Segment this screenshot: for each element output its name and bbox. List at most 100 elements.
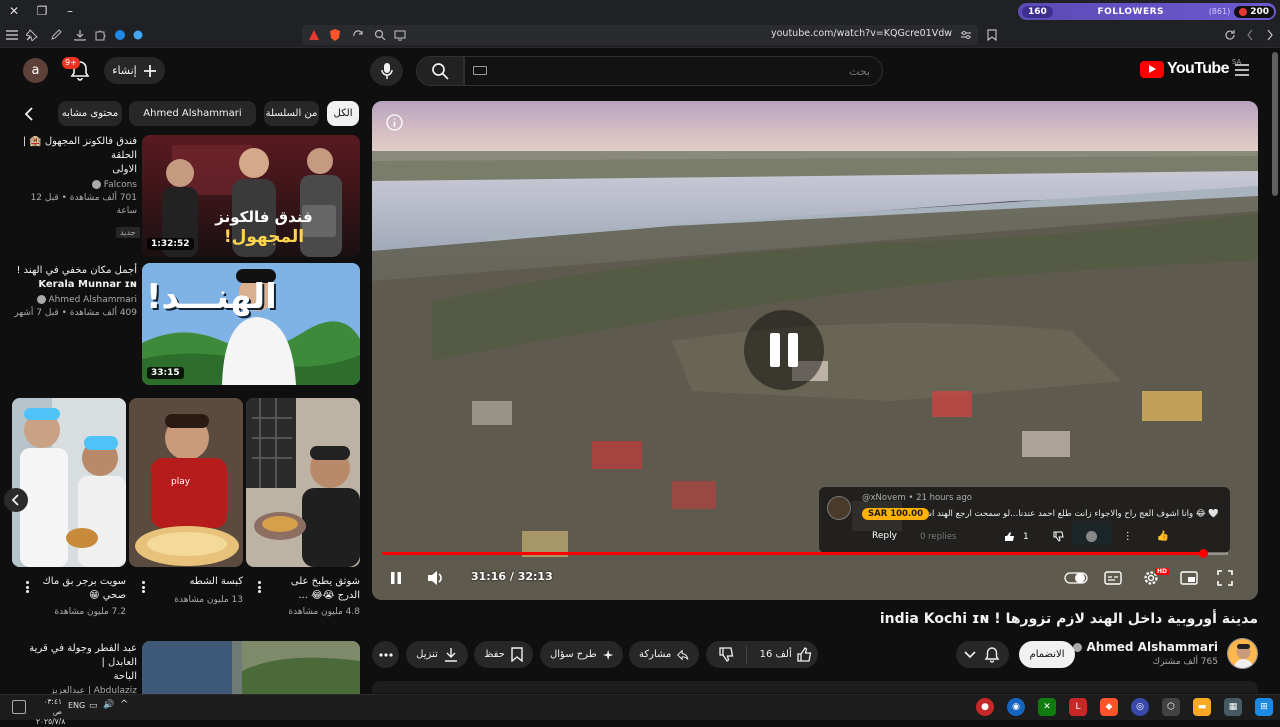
chip-from-series[interactable]: من السلسلة — [264, 101, 319, 126]
voice-search-button[interactable] — [370, 56, 403, 86]
comment-avatar[interactable] — [827, 496, 851, 520]
taskbar-app-icon[interactable]: ⬡ — [1162, 698, 1180, 716]
scrollbar-thumb[interactable] — [1272, 52, 1278, 196]
short-info[interactable]: شوتق يطبخ على الدرج 😭😂 ... 4.8 مليون مشا… — [266, 575, 360, 619]
comment-reply-button[interactable]: Reply — [862, 529, 907, 543]
chip-all[interactable]: الكل — [327, 101, 359, 126]
address-bar[interactable]: youtube.com/watch?v=KQGcre01Vdw — [302, 25, 978, 45]
keyboard-icon[interactable] — [473, 66, 487, 75]
restore-window-icon[interactable]: ❐ — [34, 3, 50, 19]
chip-channel[interactable]: Ahmed Alshammari — [129, 101, 256, 126]
account-avatar[interactable]: a — [23, 58, 48, 83]
super-thanks-badge: SAR 100.00 — [862, 508, 930, 520]
search-input[interactable] — [464, 56, 883, 86]
channel-name[interactable]: Ahmed Alshammari — [1073, 640, 1218, 654]
taskbar-file-explorer-icon[interactable]: ▬ — [1193, 698, 1211, 716]
volume-tray-icon[interactable]: 🔊 — [103, 700, 114, 710]
taskbar-xbox-icon[interactable]: ✕ — [1038, 698, 1056, 716]
taskbar-app-icon[interactable]: ▦ — [1224, 698, 1242, 716]
video-info[interactable]: عبد الفطر وجولة في قرية العابدل | الباحة… — [10, 642, 137, 698]
bookmark-icon[interactable] — [984, 27, 1000, 43]
extension-icon[interactable] — [92, 27, 108, 43]
thumbs-down-icon[interactable] — [1053, 531, 1064, 542]
comment-author[interactable]: @xNovem — [862, 493, 906, 503]
site-settings-icon[interactable] — [960, 29, 972, 41]
dislike-button[interactable] — [706, 646, 748, 663]
comment-replies-count[interactable]: 0 replies — [920, 532, 956, 542]
video-thumbnail[interactable]: الهنـــد! 33:15 — [142, 263, 360, 385]
taskbar-messenger-icon[interactable]: ◉ — [1007, 698, 1025, 716]
short-thumbnail[interactable] — [12, 398, 126, 567]
taskbar-red-app-icon[interactable]: L — [1069, 698, 1087, 716]
taskbar-app-icon[interactable]: ● — [976, 698, 994, 716]
miniplayer-button[interactable] — [1179, 568, 1199, 588]
pin-icon[interactable] — [24, 27, 40, 43]
url-text[interactable]: youtube.com/watch?v=KQGcre01Vdw — [771, 28, 952, 39]
guide-menu-icon[interactable] — [1234, 63, 1250, 77]
more-actions-button[interactable] — [372, 641, 399, 668]
globe-extension-icon[interactable] — [130, 27, 146, 43]
shorts-prev-button[interactable] — [4, 488, 28, 512]
search-button[interactable] — [416, 56, 464, 86]
language-indicator[interactable]: ENG — [68, 701, 85, 710]
like-dislike-group: 16 ألف — [706, 641, 818, 668]
notification-settings-button[interactable] — [956, 641, 1009, 668]
chips-prev-arrow-icon[interactable] — [21, 105, 39, 123]
video-channel: Falcons — [10, 179, 137, 192]
short-more-icon[interactable] — [254, 580, 264, 594]
tray-chevron-icon[interactable]: ^ — [120, 699, 128, 710]
short-more-icon[interactable] — [138, 580, 148, 594]
short-more-icon[interactable] — [22, 580, 32, 594]
download-icon[interactable] — [72, 27, 88, 43]
warning-icon[interactable] — [308, 29, 320, 41]
close-window-icon[interactable]: ✕ — [6, 3, 22, 19]
edit-icon[interactable] — [48, 27, 64, 43]
save-button[interactable]: حفظ — [474, 641, 533, 668]
forward-arrow-icon[interactable] — [1262, 27, 1278, 43]
download-button[interactable]: تنزيل — [406, 641, 468, 668]
youtube-logo[interactable]: YouTube SA — [1140, 58, 1241, 78]
video-thumbnail[interactable] — [142, 641, 360, 694]
reload-icon[interactable] — [1222, 27, 1238, 43]
shield-extension-icon[interactable] — [112, 27, 128, 43]
notification-center-icon[interactable] — [12, 700, 26, 714]
short-info[interactable]: سويت برجر بق ماك صحي 😁 7.2 مليون مشاهدة — [34, 575, 126, 619]
autoplay-toggle[interactable] — [1064, 568, 1088, 588]
progress-bar[interactable] — [382, 552, 1228, 555]
zoom-icon[interactable] — [374, 29, 386, 41]
thumbs-up-icon[interactable] — [1004, 531, 1015, 542]
description-box[interactable] — [372, 681, 1258, 693]
windows-start-icon[interactable]: ⊞ — [1255, 698, 1273, 716]
create-button[interactable]: إنشاء — [104, 57, 165, 84]
comment-more-icon[interactable]: ⋮ — [1123, 531, 1133, 542]
ask-button[interactable]: طرح سؤال — [540, 641, 623, 668]
fullscreen-button[interactable] — [1215, 568, 1235, 588]
brave-shield-icon[interactable] — [328, 28, 342, 42]
subscribe-button[interactable]: الانضمام — [1019, 641, 1075, 668]
info-icon[interactable] — [386, 114, 403, 131]
short-views: 7.2 مليون مشاهدة — [54, 607, 126, 617]
short-thumbnail[interactable] — [246, 398, 360, 567]
taskbar-obs-icon[interactable]: ◎ — [1131, 698, 1149, 716]
short-info[interactable]: كبسة الشطه 13 مليون مشاهدة — [150, 575, 243, 607]
chip-related[interactable]: محتوى مشابه — [58, 101, 122, 126]
video-thumbnail[interactable]: فندق فالكونز المجهول! 1:32:52 — [142, 135, 360, 257]
back-arrow-icon[interactable] — [1242, 27, 1258, 43]
video-info[interactable]: أجمل مكان مخفي في الهند ! Kerala Munnar … — [10, 264, 137, 320]
play-pause-button[interactable] — [386, 568, 406, 588]
network-icon[interactable]: ▭ — [89, 701, 98, 711]
short-thumbnail[interactable]: play — [129, 398, 243, 567]
volume-button[interactable] — [426, 568, 446, 588]
cast-icon[interactable] — [394, 29, 406, 41]
video-info[interactable]: فندق فالكونز المجهول 🏨 | الحلقة الاولى F… — [10, 135, 140, 239]
channel-avatar[interactable] — [1227, 638, 1258, 669]
like-button[interactable]: 16 ألف — [753, 647, 818, 662]
menu-icon[interactable] — [4, 27, 20, 43]
subtitles-button[interactable] — [1103, 568, 1123, 588]
taskbar-clock[interactable]: ٠٣:٤١ ص ٢٠٢٥/٧/٨ — [36, 697, 65, 727]
share-button[interactable]: مشاركة — [629, 641, 699, 668]
pause-overlay-icon[interactable] — [744, 310, 824, 390]
share-page-icon[interactable] — [352, 29, 364, 41]
minimize-window-icon[interactable]: – — [62, 3, 78, 19]
taskbar-brave-icon[interactable]: ◆ — [1100, 698, 1118, 716]
